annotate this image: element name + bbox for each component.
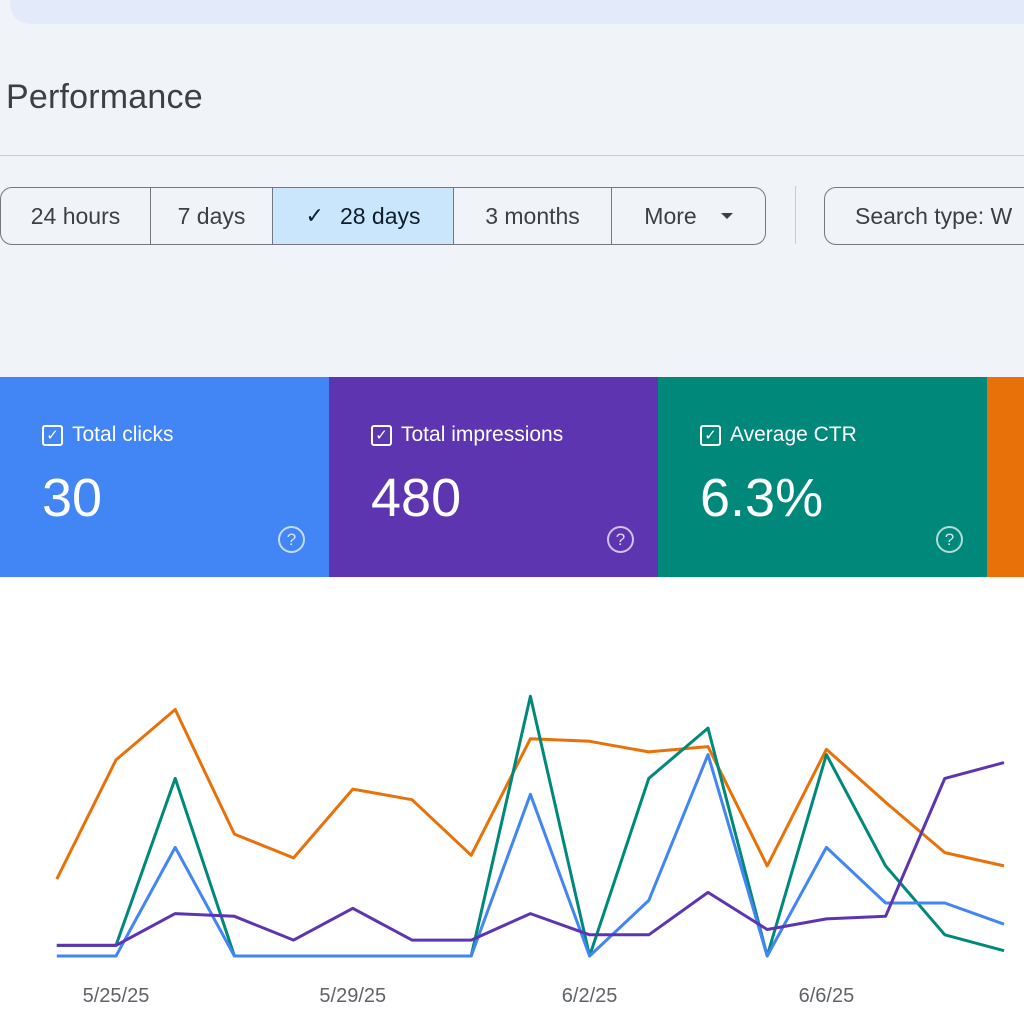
performance-chart: 5/25/25 5/29/25 6/2/25 6/6/25 [0,578,1024,1024]
date-range-selector: 24 hours 7 days ✓ 28 days 3 months More [0,187,766,245]
metric-label-row: ✓ Total impressions [371,423,563,447]
top-search-bar[interactable] [10,0,1024,24]
checkbox-icon[interactable]: ✓ [700,424,721,446]
range-more-button[interactable]: More [612,188,765,244]
range-label: 7 days [177,202,246,229]
header-divider [0,155,1024,156]
metric-label: Total impressions [401,423,564,446]
toolbar-divider [795,186,796,244]
range-label: 3 months [485,202,580,229]
metric-value: 30 [42,468,103,528]
metric-label: Average CTR [730,423,857,446]
range-3-months-button[interactable]: 3 months [454,188,612,244]
range-label: 28 days [339,202,421,229]
caret-down-icon [720,213,733,219]
x-tick-label: 5/25/25 [83,985,150,1007]
search-type-filter-button[interactable]: Search type: W [824,187,1024,245]
checkbox-icon[interactable]: ✓ [42,424,63,446]
help-icon[interactable]: ? [607,526,634,553]
x-tick-label: 5/29/25 [319,985,386,1007]
range-label: More [644,202,697,229]
check-icon: ✓ [305,203,324,228]
metric-label-row: ✓ Total clicks [42,423,174,447]
metric-label: Total clicks [72,423,174,446]
page-title: Performance [6,78,203,116]
metric-card-average-position[interactable] [987,377,1024,577]
metric-label-row: ✓ Average CTR [700,423,857,447]
metric-value: 6.3% [700,468,824,528]
metric-card-average-ctr[interactable]: ✓ Average CTR 6.3% ? [658,377,987,577]
range-label: 24 hours [30,202,121,229]
range-28-days-button[interactable]: ✓ 28 days [273,188,454,244]
metric-card-total-clicks[interactable]: ✓ Total clicks 30 ? [0,377,329,577]
metric-value: 480 [371,468,462,528]
series-line-2 [56,753,1005,958]
checkbox-icon[interactable]: ✓ [371,424,392,446]
metric-card-total-impressions[interactable]: ✓ Total impressions 480 ? [329,377,658,577]
range-24-hours-button[interactable]: 24 hours [1,188,151,244]
x-tick-label: 6/2/25 [562,985,618,1007]
help-icon[interactable]: ? [278,526,305,553]
help-icon[interactable]: ? [936,526,963,553]
range-7-days-button[interactable]: 7 days [151,188,273,244]
performance-chart-svg: 5/25/25 5/29/25 6/2/25 6/6/25 [55,694,1005,1007]
x-tick-label: 6/6/25 [799,985,855,1007]
search-type-label: Search type: W [855,202,1013,229]
